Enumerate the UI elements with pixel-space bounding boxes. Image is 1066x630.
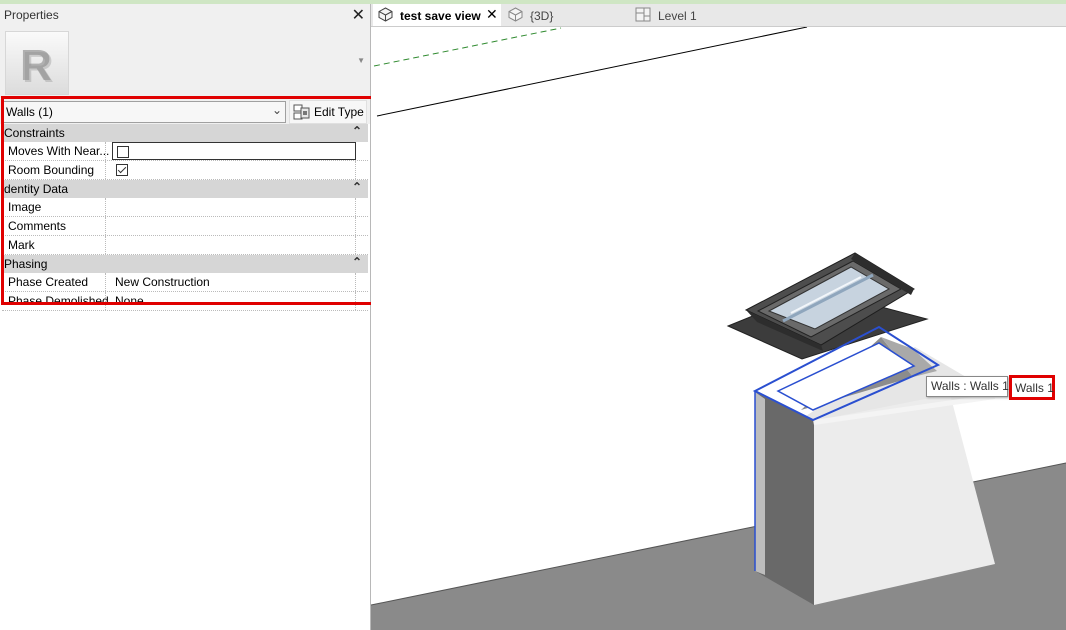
property-row: Phase Demolished None bbox=[2, 292, 368, 311]
edge-line bbox=[376, 27, 808, 117]
collapse-icon[interactable]: ⌃ bbox=[352, 124, 362, 138]
3d-view-icon bbox=[378, 7, 393, 22]
property-label: Comments bbox=[8, 219, 67, 233]
tooltip-label: Walls : Walls 1 bbox=[931, 379, 1009, 393]
property-label: Phase Demolished bbox=[8, 294, 109, 308]
room-bounding-checkbox[interactable] bbox=[116, 164, 128, 176]
room-bounding-value[interactable] bbox=[112, 161, 356, 179]
highlight-box-tooltip: Walls 1 bbox=[1009, 375, 1055, 400]
property-row: Image bbox=[2, 198, 368, 217]
property-row: Moves With Near... bbox=[2, 142, 368, 161]
close-icon[interactable]: ✕ bbox=[352, 5, 365, 25]
edit-type-button[interactable]: Edit Type bbox=[289, 100, 367, 124]
collapse-icon[interactable]: ⌃ bbox=[352, 180, 362, 194]
tab-3d[interactable]: {3D} bbox=[504, 4, 614, 26]
revit-r-logo-icon: R R bbox=[5, 31, 69, 95]
tab-test-save-view[interactable]: test save view ✕ bbox=[373, 4, 501, 26]
element-tooltip: Walls : Walls 1 bbox=[926, 376, 1009, 397]
properties-grid: Constraints ⌃ Moves With Near... Room Bo… bbox=[2, 124, 368, 311]
dashed-reference-line bbox=[373, 27, 562, 67]
close-icon[interactable]: ✕ bbox=[486, 6, 498, 23]
selected-wall bbox=[752, 325, 995, 605]
group-header-phasing[interactable]: Phasing ⌃ bbox=[2, 255, 368, 273]
property-row: Mark bbox=[2, 236, 368, 255]
edit-type-icon bbox=[293, 104, 310, 123]
3d-view-icon bbox=[508, 7, 523, 22]
comments-value[interactable] bbox=[112, 217, 356, 235]
properties-titlebar: Properties ✕ bbox=[0, 4, 370, 26]
property-label: Room Bounding bbox=[8, 163, 95, 177]
property-label: Moves With Near... bbox=[8, 144, 110, 158]
type-selector-preview[interactable]: R R ▼ bbox=[0, 26, 370, 98]
properties-panel: Properties ✕ R R ▼ Walls (1) ⌄ Edit Type… bbox=[0, 4, 371, 630]
phase-created-value[interactable]: New Construction bbox=[112, 273, 356, 291]
floor-plan-icon bbox=[635, 7, 651, 22]
selection-row: Walls (1) ⌄ Edit Type bbox=[0, 99, 370, 124]
property-row: Room Bounding bbox=[2, 161, 368, 180]
selection-filter-value: Walls (1) bbox=[6, 105, 53, 119]
property-label: Mark bbox=[8, 238, 35, 252]
moves-with-nearby-value[interactable] bbox=[112, 142, 356, 160]
tab-label: {3D} bbox=[530, 9, 554, 23]
3d-viewport[interactable] bbox=[371, 27, 1066, 630]
dropdown-arrow-icon[interactable]: ▼ bbox=[357, 56, 365, 65]
image-value[interactable] bbox=[112, 198, 356, 216]
phase-demolished-value[interactable]: None bbox=[112, 292, 356, 310]
tab-level-1[interactable]: Level 1 bbox=[633, 4, 753, 26]
group-header-constraints[interactable]: Constraints ⌃ bbox=[2, 124, 368, 142]
3d-scene bbox=[371, 27, 1066, 630]
property-row: Phase Created New Construction bbox=[2, 273, 368, 292]
view-tab-bar: test save view ✕ {3D} Level 1 bbox=[371, 4, 1066, 27]
tab-label: Level 1 bbox=[658, 9, 697, 23]
selection-filter-dropdown[interactable]: Walls (1) ⌄ bbox=[2, 101, 286, 123]
svg-text:R: R bbox=[22, 43, 54, 92]
properties-title: Properties bbox=[4, 8, 59, 22]
mark-value[interactable] bbox=[112, 236, 356, 254]
group-header-identity-data[interactable]: dentity Data ⌃ bbox=[2, 180, 368, 198]
property-label: Image bbox=[8, 200, 42, 214]
edit-type-label: Edit Type bbox=[314, 105, 364, 119]
tab-label: test save view bbox=[400, 9, 481, 23]
chevron-down-icon: ⌄ bbox=[271, 103, 282, 117]
collapse-icon[interactable]: ⌃ bbox=[352, 255, 362, 269]
property-label: Phase Created bbox=[8, 275, 89, 289]
property-row: Comments bbox=[2, 217, 368, 236]
moves-with-nearby-checkbox[interactable] bbox=[117, 146, 129, 158]
tooltip-secondary-label: Walls 1 bbox=[1015, 381, 1054, 395]
